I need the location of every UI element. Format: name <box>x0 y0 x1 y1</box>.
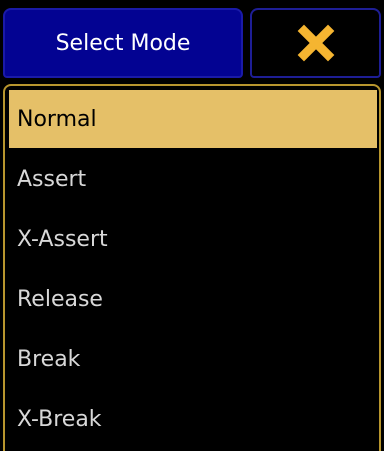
mode-item-x-break[interactable]: X-Break <box>9 390 377 448</box>
mode-item-x-assert[interactable]: X-Assert <box>9 210 377 268</box>
mode-item-label: X-Assert <box>17 226 108 252</box>
mode-item-label: X-Break <box>17 406 102 432</box>
mode-list: Normal Assert X-Assert Release Break X-B… <box>3 84 381 451</box>
mode-item-assert[interactable]: Assert <box>9 150 377 208</box>
dialog-title-label: Select Mode <box>55 30 191 56</box>
mode-item-label: Release <box>17 286 103 312</box>
mode-item-label: Normal <box>17 106 97 132</box>
mode-item-label: Assert <box>17 166 87 192</box>
mode-item-label: Break <box>17 346 81 372</box>
dialog-title: Select Mode <box>3 8 243 78</box>
mode-item-release[interactable]: Release <box>9 270 377 328</box>
mode-item-normal[interactable]: Normal <box>9 90 377 148</box>
mode-item-break[interactable]: Break <box>9 330 377 388</box>
close-icon <box>297 24 334 62</box>
close-button[interactable] <box>250 8 381 78</box>
